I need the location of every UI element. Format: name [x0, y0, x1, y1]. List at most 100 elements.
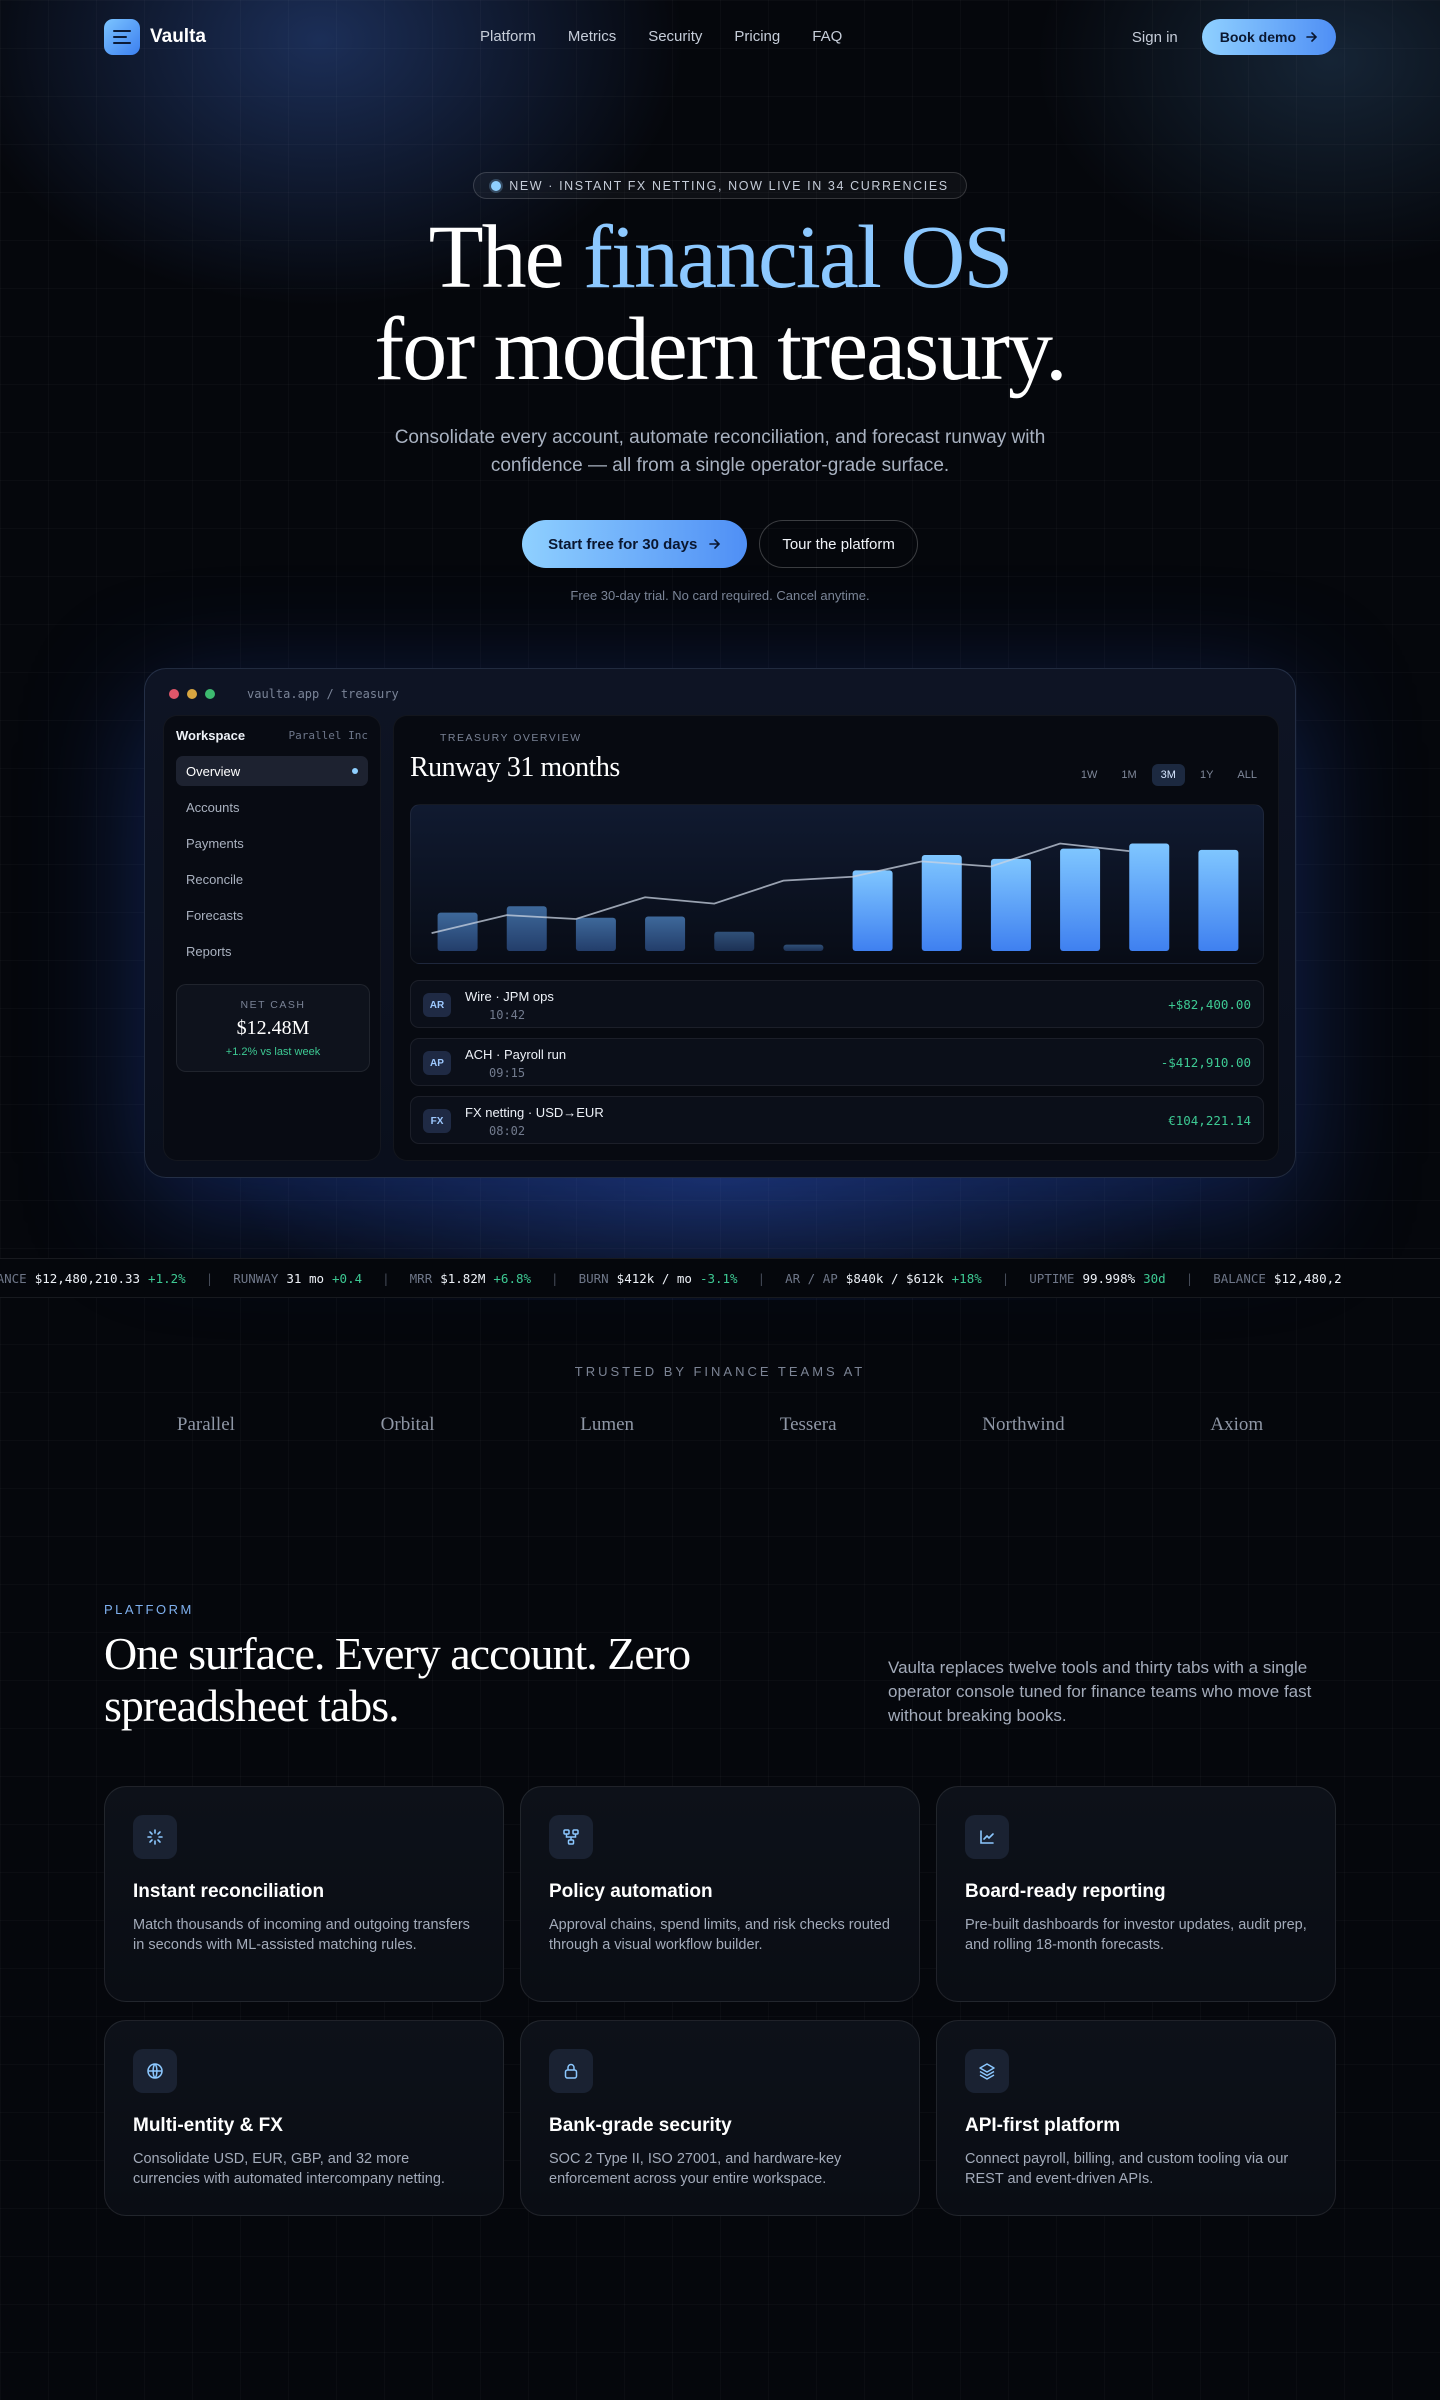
hero-title-part: The: [428, 208, 584, 307]
start-trial-label: Start free for 30 days: [548, 535, 698, 553]
ticker-label: BALANCE: [1213, 1271, 1266, 1286]
ticker-delta: +18%: [951, 1271, 982, 1286]
window-url: vaulta.app / treasury: [247, 687, 399, 701]
customer-logo-northwind: Northwind: [982, 1414, 1065, 1435]
range-selector: 1W 1M 3M 1Y ALL: [1072, 764, 1266, 786]
chart-bar: [1060, 848, 1101, 951]
transaction-time: 10:42: [489, 1008, 526, 1022]
nav-link-platform[interactable]: Platform: [480, 28, 536, 45]
feature-title: Policy automation: [549, 1881, 713, 1902]
sidebar-menu: Overview Accounts Payments Reconcile For…: [176, 756, 368, 972]
customer-logos: Parallel Orbital Lumen Tessera Northwind…: [104, 1414, 1336, 1436]
transaction-row[interactable]: AR Wire · JPM ops 10:42 +$82,400.00: [410, 980, 1264, 1028]
sidebar-item-reports[interactable]: Reports: [176, 936, 368, 966]
transaction-row[interactable]: AP ACH · Payroll run 09:15 -$412,910.00: [410, 1038, 1264, 1086]
sign-in-link[interactable]: Sign in: [1132, 29, 1178, 46]
sidebar-item-label: Accounts: [186, 799, 240, 815]
sidebar-item-overview[interactable]: Overview: [176, 756, 368, 786]
transaction-title: FX netting · USD→EUR: [465, 1105, 604, 1120]
nav-link-security[interactable]: Security: [648, 28, 702, 45]
net-cash-card: NET CASH $12.48M +1.2% vs last week: [176, 984, 370, 1072]
transaction-title: ACH · Payroll run: [465, 1047, 567, 1062]
ticker-label: RUNWAY: [233, 1271, 279, 1286]
ticker-row: BALANCE $12,480,210.33 +1.2% | RUNWAY 31 mo +0…: [0, 1271, 1362, 1286]
workspace-label: Workspace: [176, 728, 246, 743]
menu-icon: [104, 19, 140, 55]
transaction-title: Wire · JPM ops: [465, 989, 554, 1004]
metrics-ticker: BALANCE $12,480,210.33 +1.2% | RUNWAY 31 mo +0…: [0, 1258, 1440, 1298]
chart-bar: [437, 912, 478, 951]
tour-platform-button[interactable]: Tour the platform: [759, 520, 918, 568]
feature-card-fx[interactable]: Multi-entity & FX Consolidate USD, EUR, …: [104, 2020, 504, 2216]
book-demo-button[interactable]: Book demo: [1201, 19, 1336, 55]
start-trial-button[interactable]: Start free for 30 days: [522, 520, 748, 568]
ticker-separator: |: [551, 1271, 559, 1286]
top-nav: Vaulta Platform Metrics Security Pricing…: [104, 18, 1336, 56]
book-demo-label: Book demo: [1219, 29, 1296, 45]
sidebar-item-reconcile[interactable]: Reconcile: [176, 864, 368, 894]
ticker-separator: |: [1001, 1271, 1010, 1286]
announcement-badge[interactable]: NEW · INSTANT FX NETTING, NOW LIVE IN 34…: [473, 172, 967, 199]
ticker-delta: -3.1%: [699, 1271, 738, 1286]
brand-logo[interactable]: Vaulta: [104, 19, 206, 55]
chart-bar: [506, 906, 547, 951]
ticker-value: $1.82M: [440, 1271, 486, 1286]
feature-card-security[interactable]: Bank-grade security SOC 2 Type II, ISO 2…: [520, 2020, 920, 2216]
feature-card-reconciliation[interactable]: Instant reconciliation Match thousands o…: [104, 1786, 504, 2002]
feature-text: Approval chains, spend limits, and risk …: [549, 1917, 890, 1953]
feature-card-reporting[interactable]: Board-ready reporting Pre-built dashboar…: [936, 1786, 1336, 2002]
badge-dot-icon: [491, 180, 502, 191]
platform-description: Vaulta replaces twelve tools and thirty …: [888, 1658, 1312, 1725]
feature-text: Match thousands of incoming and outgoing…: [133, 1917, 470, 1953]
sidebar-item-label: Overview: [186, 763, 241, 779]
feature-title: Instant reconciliation: [133, 1881, 325, 1902]
feature-card-api[interactable]: API-first platform Connect payroll, bill…: [936, 2020, 1336, 2216]
feature-card-policy[interactable]: Policy automation Approval chains, spend…: [520, 1786, 920, 2002]
lock-icon: [549, 2049, 593, 2093]
range-3m[interactable]: 3M: [1151, 764, 1185, 786]
range-all[interactable]: ALL: [1228, 764, 1266, 786]
chart-bar: [921, 855, 962, 951]
ticker-separator: |: [205, 1271, 214, 1286]
sidebar-item-forecasts[interactable]: Forecasts: [176, 900, 368, 930]
transaction-time: 08:02: [489, 1124, 526, 1138]
chart-bar: [783, 944, 824, 951]
transaction-time: 09:15: [489, 1066, 526, 1080]
transaction-row[interactable]: FX FX netting · USD→EUR 08:02 €104,221.1…: [410, 1096, 1264, 1144]
transaction-amount: +$82,400.00: [1168, 997, 1251, 1012]
arrow-right-icon: [1306, 29, 1318, 45]
customer-logo-lumen: Lumen: [580, 1414, 635, 1435]
org-name[interactable]: Parallel Inc: [289, 729, 368, 742]
ticker-item: MRR $1.82M +6.8%: [410, 1271, 551, 1286]
feature-title: Bank-grade security: [549, 2115, 732, 2136]
dashboard-sidebar: Workspace Parallel Inc Overview Accounts…: [163, 715, 381, 1161]
customer-logo-tessera: Tessera: [779, 1414, 837, 1435]
sidebar-item-payments[interactable]: Payments: [176, 828, 368, 858]
ticker-value: $12,480,2: [1273, 1271, 1342, 1286]
range-1y[interactable]: 1Y: [1191, 764, 1222, 786]
nav-link-faq[interactable]: FAQ: [812, 28, 842, 45]
layers-icon: [965, 2049, 1009, 2093]
ticker-separator: |: [1185, 1271, 1194, 1286]
customer-logo-orbital: Orbital: [380, 1414, 435, 1435]
range-1w[interactable]: 1W: [1072, 764, 1107, 786]
sparkle-icon: [133, 1815, 177, 1859]
ticker-label: UPTIME: [1029, 1271, 1075, 1286]
hero-actions: Start free for 30 days Tour the platform: [0, 520, 1440, 568]
active-dot-icon: [352, 768, 358, 774]
sidebar-item-accounts[interactable]: Accounts: [176, 792, 368, 822]
transaction-type-badge: AP: [423, 1051, 451, 1075]
nav-link-pricing[interactable]: Pricing: [734, 28, 780, 45]
window-maximize-dot: [205, 689, 215, 699]
nav-link-metrics[interactable]: Metrics: [568, 28, 616, 45]
ticker-value: 31 mo: [286, 1271, 325, 1286]
net-cash-delta: +1.2% vs last week: [225, 1046, 321, 1058]
customer-logo-parallel: Parallel: [176, 1414, 235, 1435]
range-1m[interactable]: 1M: [1112, 764, 1145, 786]
ticker-item: AR / AP $840k / $612k +18%: [785, 1271, 1002, 1286]
customer-logo-axiom: Axiom: [1210, 1414, 1264, 1435]
overview-label: TREASURY OVERVIEW: [440, 732, 582, 744]
tour-platform-label: Tour the platform: [782, 535, 895, 553]
ticker-item: UPTIME 99.998% 30d: [1029, 1271, 1185, 1286]
feature-title: API-first platform: [965, 2115, 1121, 2136]
